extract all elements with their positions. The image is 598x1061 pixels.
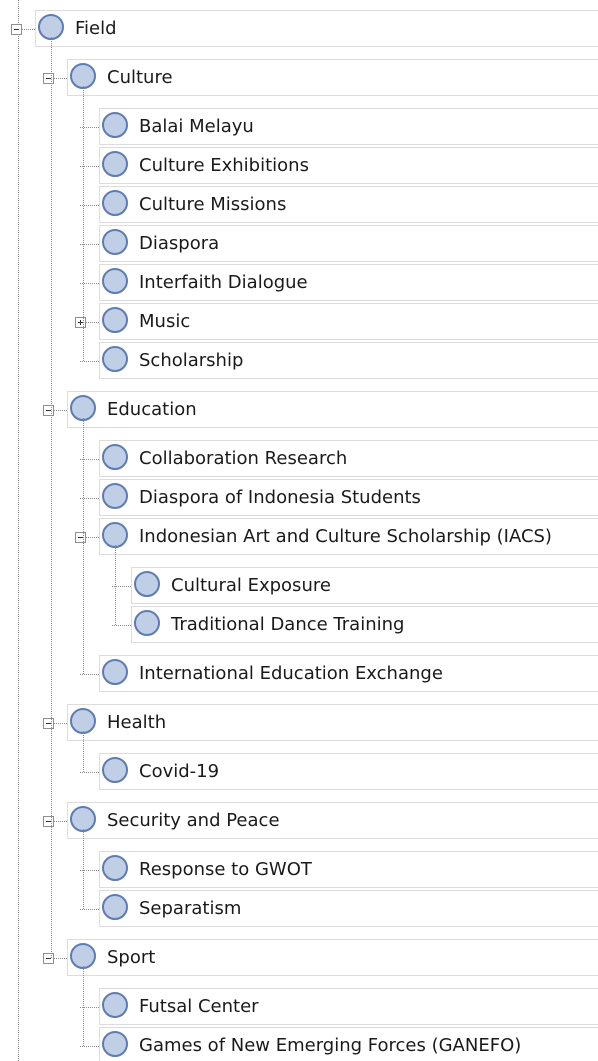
node-circle-icon — [102, 112, 128, 138]
tree-node-label: Field — [75, 18, 117, 39]
tree-node-diaspora-of-indonesia-students[interactable]: Diaspora of Indonesia Students — [99, 479, 598, 516]
tree-connector — [115, 544, 116, 625]
tree-node-traditional-dance-training[interactable]: Traditional Dance Training — [131, 606, 598, 643]
collapse-toggle-icon[interactable] — [43, 72, 54, 84]
tree-node-culture-exhibitions[interactable]: Culture Exhibitions — [99, 147, 598, 184]
tree-connector — [18, 0, 19, 1061]
node-circle-icon — [102, 346, 128, 372]
node-circle-icon — [102, 268, 128, 294]
tree-connector — [54, 820, 67, 822]
tree-node-balai-melayu[interactable]: Balai Melayu — [99, 108, 598, 145]
tree-node-education[interactable]: Education — [67, 391, 598, 428]
node-circle-icon — [102, 894, 128, 920]
tree-node-label: Response to GWOT — [139, 859, 312, 880]
tree-node-label: Culture Exhibitions — [139, 155, 309, 176]
tree-node-row — [35, 10, 598, 47]
node-circle-icon — [102, 307, 128, 333]
tree-connector — [83, 730, 84, 772]
tree-node-label: Traditional Dance Training — [171, 614, 405, 635]
node-circle-icon — [102, 1031, 128, 1057]
tree-connector — [80, 673, 99, 675]
tree-node-games-of-new-emerging-forces-ganefo[interactable]: Games of New Emerging Forces (GANEFO) — [99, 1027, 598, 1061]
tree-node-label: Culture Missions — [139, 194, 287, 215]
tree-connector — [86, 321, 99, 323]
tree-connector — [112, 624, 131, 626]
tree-node-culture-missions[interactable]: Culture Missions — [99, 186, 598, 223]
tree-node-label: Covid-19 — [139, 761, 220, 782]
tree-node-label: Cultural Exposure — [171, 575, 331, 596]
tree-connector — [83, 85, 84, 361]
collapse-toggle-icon[interactable] — [43, 952, 54, 964]
tree-node-label: Balai Melayu — [139, 116, 254, 137]
collapse-toggle-icon[interactable] — [43, 815, 54, 827]
tree-node-covid-19[interactable]: Covid-19 — [99, 753, 598, 790]
tree-node-futsal-center[interactable]: Futsal Center — [99, 988, 598, 1025]
tree-node-collaboration-research[interactable]: Collaboration Research — [99, 440, 598, 477]
tree-view: Field Culture Balai Melayu Culture Exhibiti… — [0, 0, 598, 1061]
tree-connector — [83, 828, 84, 909]
node-circle-icon — [102, 659, 128, 685]
tree-connector — [80, 360, 99, 362]
node-circle-icon — [102, 444, 128, 470]
tree-node-sport[interactable]: Sport — [67, 939, 598, 976]
tree-node-label: Education — [107, 399, 197, 420]
tree-connector — [80, 771, 99, 773]
tree-connector — [54, 77, 67, 79]
tree-node-label: Health — [107, 712, 167, 733]
tree-node-health[interactable]: Health — [67, 704, 598, 741]
expand-toggle-icon[interactable] — [75, 316, 86, 328]
node-circle-icon — [102, 229, 128, 255]
tree-node-label: Diaspora of Indonesia Students — [139, 487, 421, 508]
tree-node-music[interactable]: Music — [99, 303, 598, 340]
tree-node-field[interactable]: Field — [35, 10, 598, 47]
node-circle-icon — [102, 190, 128, 216]
tree-connector — [80, 908, 99, 910]
tree-connector — [83, 417, 84, 674]
tree-connector — [54, 722, 67, 724]
tree-node-indonesian-art-and-culture-scholarship-iacs[interactable]: Indonesian Art and Culture Scholarship (… — [99, 518, 598, 555]
tree-node-label: Security and Peace — [107, 810, 280, 831]
tree-node-label: Music — [139, 311, 191, 332]
tree-connector — [80, 1045, 99, 1047]
node-circle-icon — [134, 610, 160, 636]
tree-connector — [51, 36, 52, 958]
tree-node-label: Interfaith Dialogue — [139, 272, 308, 293]
tree-connector — [54, 409, 67, 411]
tree-node-label: Indonesian Art and Culture Scholarship (… — [139, 526, 552, 547]
node-circle-icon — [102, 855, 128, 881]
tree-node-label: Futsal Center — [139, 996, 259, 1017]
tree-node-label: Sport — [107, 947, 156, 968]
tree-node-label: Scholarship — [139, 350, 244, 371]
tree-node-label: Culture — [107, 67, 173, 88]
tree-node-scholarship[interactable]: Scholarship — [99, 342, 598, 379]
tree-node-label: Diaspora — [139, 233, 220, 254]
tree-node-cultural-exposure[interactable]: Cultural Exposure — [131, 567, 598, 604]
tree-connector — [22, 28, 35, 30]
tree-node-label: Collaboration Research — [139, 448, 348, 469]
tree-connector — [83, 965, 84, 1046]
tree-node-separatism[interactable]: Separatism — [99, 890, 598, 927]
tree-node-response-to-gwot[interactable]: Response to GWOT — [99, 851, 598, 888]
tree-node-diaspora[interactable]: Diaspora — [99, 225, 598, 262]
collapse-toggle-icon[interactable] — [11, 23, 22, 35]
node-circle-icon — [102, 757, 128, 783]
node-circle-icon — [102, 151, 128, 177]
tree-node-international-education-exchange[interactable]: International Education Exchange — [99, 655, 598, 692]
tree-node-label: Games of New Emerging Forces (GANEFO) — [139, 1035, 522, 1056]
tree-node-security-and-peace[interactable]: Security and Peace — [67, 802, 598, 839]
collapse-toggle-icon[interactable] — [75, 531, 86, 543]
tree-connector — [86, 536, 99, 538]
tree-node-label: Separatism — [139, 898, 242, 919]
tree-node-culture[interactable]: Culture — [67, 59, 598, 96]
node-circle-icon — [102, 483, 128, 509]
tree-node-label: International Education Exchange — [139, 663, 443, 684]
tree-node-interfaith-dialogue[interactable]: Interfaith Dialogue — [99, 264, 598, 301]
collapse-toggle-icon[interactable] — [43, 404, 54, 416]
collapse-toggle-icon[interactable] — [43, 717, 54, 729]
node-circle-icon — [102, 992, 128, 1018]
tree-connector — [54, 957, 67, 959]
node-circle-icon — [134, 571, 160, 597]
